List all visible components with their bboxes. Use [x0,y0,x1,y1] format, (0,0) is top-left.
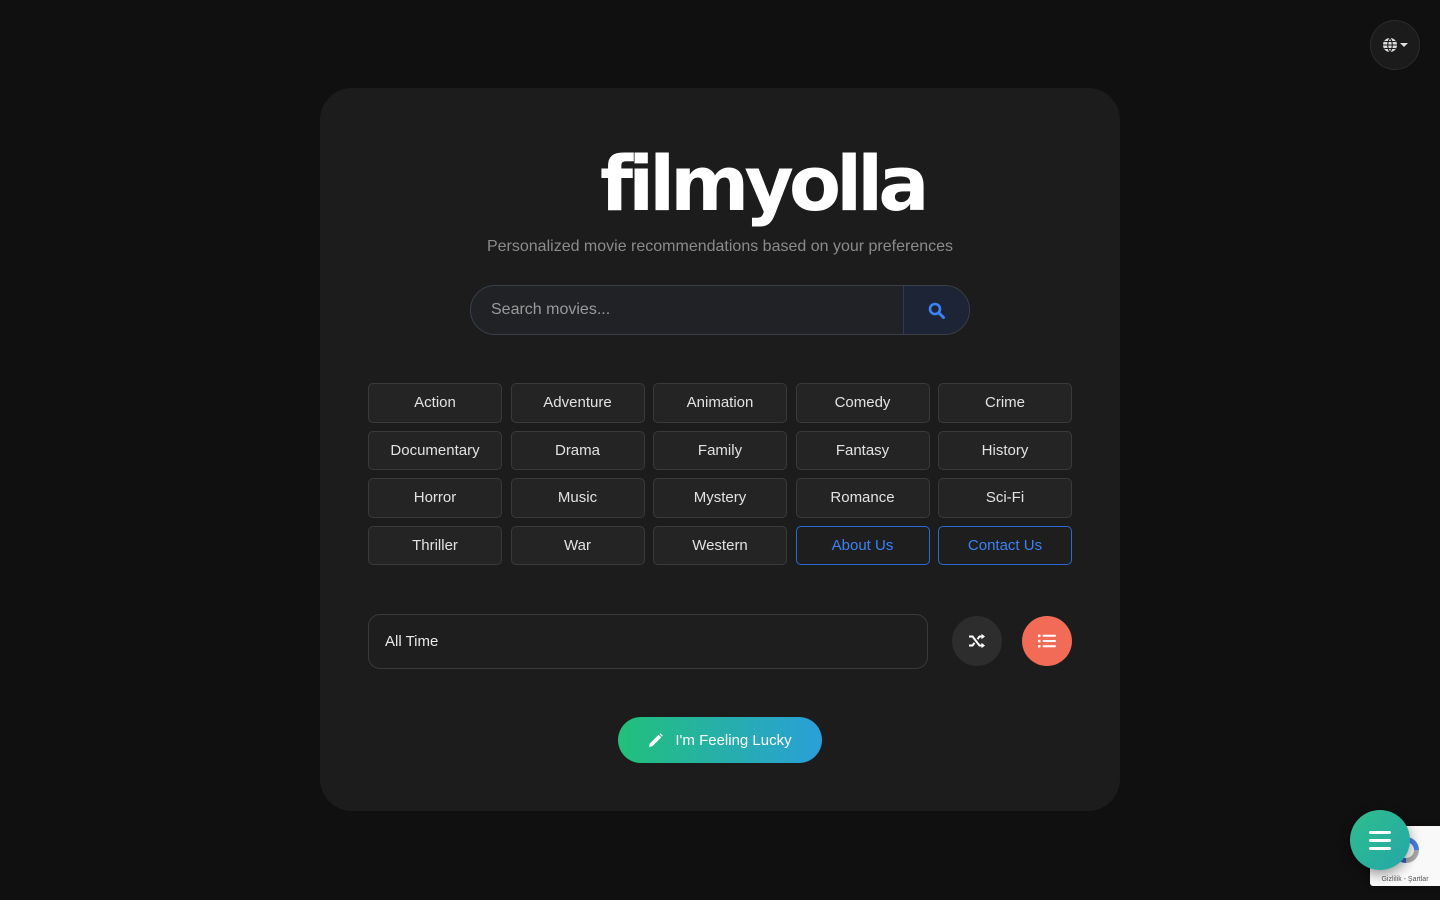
recaptcha-terms[interactable]: Gizlilik - Şartlar [1370,876,1440,883]
search-button[interactable] [903,286,969,334]
genre-action-button[interactable]: Action [368,383,502,423]
logo-text: filmyolla [600,139,929,228]
shuffle-icon [969,633,985,649]
genre-comedy-button[interactable]: Comedy [795,383,930,423]
globe-icon [1383,37,1397,53]
feeling-lucky-button[interactable]: I'm Feeling Lucky [618,717,822,763]
time-range-select[interactable]: All Time [368,614,928,669]
logo[interactable]: filmyolla [600,140,929,232]
genre-western-button[interactable]: Western [653,525,787,565]
main-card: filmyolla Personalized movie recommendat… [320,88,1120,811]
search-icon [928,302,945,319]
language-button[interactable] [1370,20,1420,70]
genre-horror-button[interactable]: Horror [368,478,502,518]
feeling-lucky-label: I'm Feeling Lucky [675,731,792,749]
tagline: Personalized movie recommendations based… [486,238,954,255]
list-button[interactable] [1022,616,1072,666]
genre-music-button[interactable]: Music [510,478,645,518]
genre-thriller-button[interactable]: Thriller [368,525,502,565]
genre-scifi-button[interactable]: Sci-Fi [938,478,1072,518]
contact-us-link[interactable]: Contact Us [938,525,1072,565]
genre-war-button[interactable]: War [510,525,645,565]
genre-animation-button[interactable]: Animation [653,383,787,423]
genre-family-button[interactable]: Family [653,430,787,470]
pencil-icon [649,732,664,747]
menu-fab-button[interactable] [1350,810,1410,870]
search-input[interactable] [471,286,903,334]
search-bar [470,285,970,335]
genre-grid: Action Adventure Animation Comedy Crime … [368,383,1072,565]
genre-adventure-button[interactable]: Adventure [510,383,645,423]
list-icon [1038,634,1056,648]
genre-crime-button[interactable]: Crime [938,383,1072,423]
hamburger-menu-icon [1369,830,1391,834]
chevron-down-icon [1400,43,1408,47]
hamburger-menu-icon [1369,846,1391,850]
genre-fantasy-button[interactable]: Fantasy [795,430,930,470]
genre-mystery-button[interactable]: Mystery [653,478,787,518]
about-us-link[interactable]: About Us [795,525,930,565]
hamburger-menu-icon [1369,838,1391,842]
genre-drama-button[interactable]: Drama [510,430,645,470]
genre-documentary-button[interactable]: Documentary [368,430,502,470]
genre-history-button[interactable]: History [938,430,1072,470]
shuffle-button[interactable] [952,616,1002,666]
genre-romance-button[interactable]: Romance [795,478,930,518]
